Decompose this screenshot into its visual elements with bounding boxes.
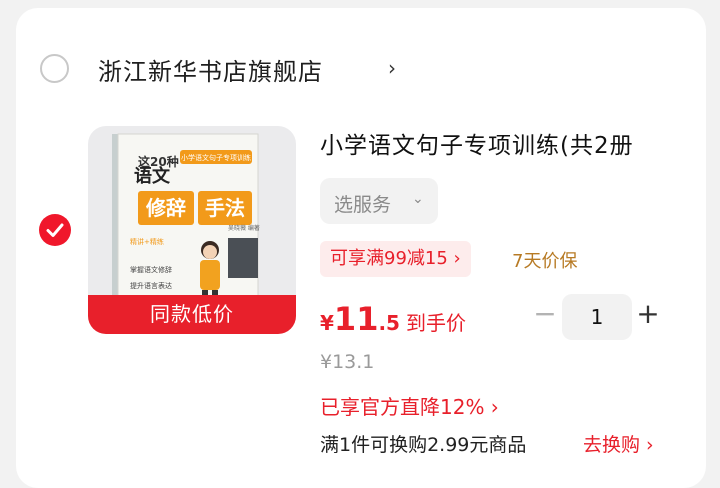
same-style-low-price-tag: 同款低价 — [88, 295, 296, 334]
currency-symbol: ¥ — [320, 311, 334, 335]
shop-select-radio[interactable] — [40, 54, 69, 83]
original-price: ¥13.1 — [320, 351, 375, 373]
price-suffix: 到手价 — [405, 311, 466, 335]
service-label: 选服务 — [334, 194, 392, 216]
checkmark-icon — [46, 223, 64, 237]
chevron-right-icon[interactable]: › — [388, 56, 396, 80]
book-author: 吴晓薇 编著 — [228, 224, 260, 232]
exchange-link[interactable]: 去换购 › — [583, 430, 654, 457]
shop-name[interactable]: 浙江新华书店旗舰店 — [98, 52, 323, 87]
quantity-plus-button[interactable]: + — [636, 300, 660, 328]
quantity-input[interactable]: 1 — [562, 294, 632, 340]
promo-discount-tag[interactable]: 可享满99减15 › — [320, 241, 471, 277]
book-bullet-1: 精讲+精练 — [130, 237, 164, 246]
price-protect-label: 7天价保 — [512, 251, 578, 272]
book-series-label: 小学语文句子专项训练 — [181, 153, 251, 162]
book-topic-2: 手法 — [205, 196, 245, 220]
book-bullet-3: 提升语言表达 — [130, 281, 172, 290]
chevron-down-icon: ⌄ — [412, 191, 424, 207]
select-service-button[interactable]: 选服务 ⌄ — [320, 178, 438, 224]
official-discount-link[interactable]: 已享官方直降12% › — [320, 391, 499, 420]
price-decimal: .5 — [378, 311, 400, 335]
product-title[interactable]: 小学语文句子专项训练(共2册 — [320, 126, 700, 160]
book-topic-1: 修辞 — [145, 196, 186, 220]
exchange-offer-text: 满1件可换购2.99元商品 — [320, 434, 527, 456]
item-checked-radio[interactable] — [39, 214, 71, 246]
final-price: ¥11.5 到手价 — [320, 300, 466, 338]
book-subject-text: 语文 — [134, 165, 171, 187]
price-integer: 11 — [333, 300, 379, 338]
quantity-minus-button[interactable]: − — [533, 300, 557, 328]
book-bullet-2: 掌握语文修辞 — [130, 265, 172, 274]
